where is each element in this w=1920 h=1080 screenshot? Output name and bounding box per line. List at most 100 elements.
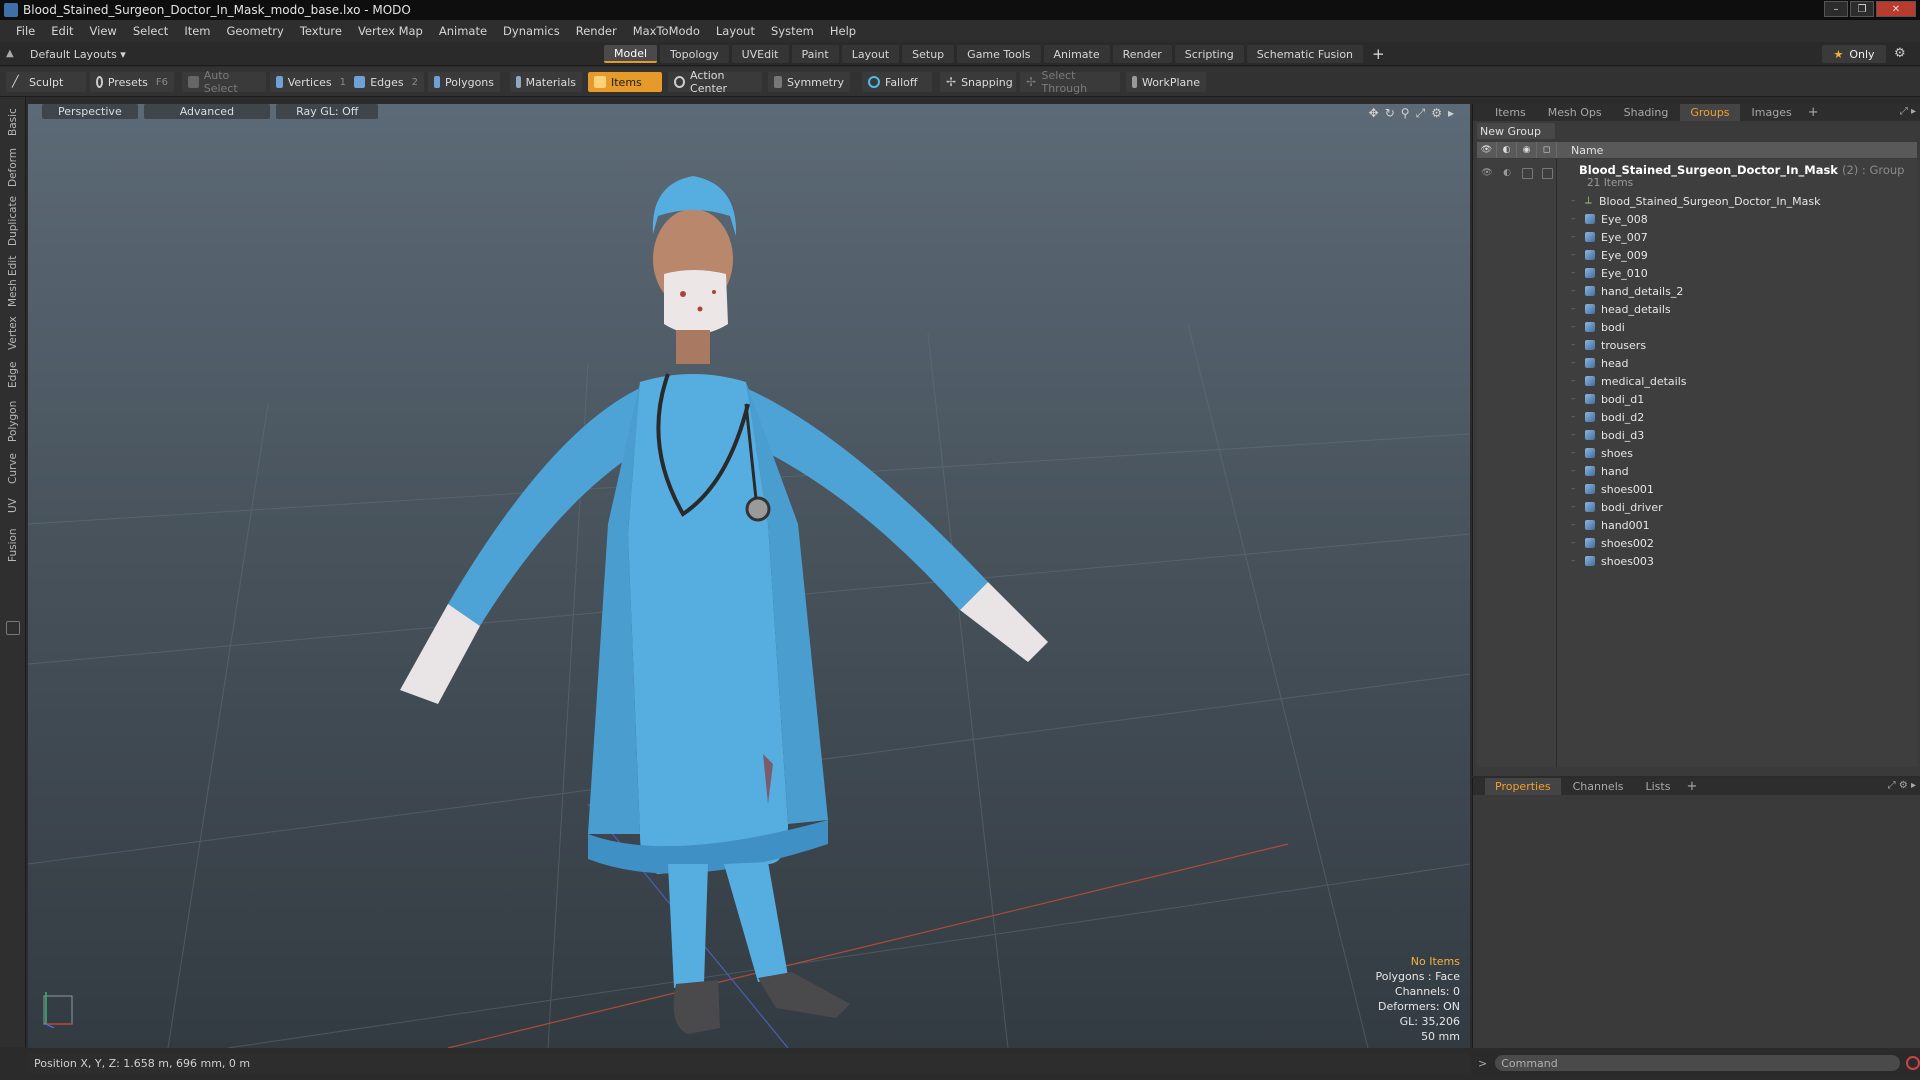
maximize-button[interactable]: ❐ (1850, 1, 1874, 17)
falloff-button[interactable]: Falloff (862, 72, 932, 92)
tree-item[interactable]: – shoes (1571, 445, 1633, 461)
fit-icon[interactable]: ⤢ (1416, 106, 1426, 121)
group-row[interactable]: Blood_Stained_Surgeon_Doctor_In_Mask (2)… (1579, 163, 1904, 177)
vtab-polygon[interactable]: Polygon (3, 397, 23, 445)
lock-toggle[interactable] (1517, 165, 1537, 181)
new-group-button[interactable]: New Group (1477, 123, 1555, 139)
menu-dynamics[interactable]: Dynamics (495, 24, 568, 38)
tree-item[interactable]: – shoes003 (1571, 553, 1654, 569)
minimize-button[interactable]: – (1824, 1, 1848, 17)
auto-select-button[interactable]: Auto Select (182, 69, 266, 95)
tab-mesh-ops[interactable]: Mesh Ops (1538, 104, 1612, 121)
vtab-duplicate[interactable]: Duplicate (3, 193, 23, 249)
tree-item[interactable]: – shoes001 (1571, 481, 1654, 497)
visibility-column-icon[interactable]: 👁 (1477, 142, 1497, 158)
shading-mode-button[interactable]: Advanced (143, 104, 271, 119)
menu-view[interactable]: View (82, 24, 125, 38)
vtab-curve[interactable]: Curve (3, 449, 23, 489)
menu-file[interactable]: File (8, 24, 43, 38)
vtab-fusion[interactable]: Fusion (3, 523, 23, 567)
items-button[interactable]: Items (588, 72, 662, 92)
tab-items[interactable]: Items (1485, 104, 1536, 121)
edges-button[interactable]: Edges 2 (348, 72, 424, 92)
tree-item[interactable]: – hand001 (1571, 517, 1650, 533)
properties-panel-icons[interactable]: ⤢ ⚙ ▸ (1888, 780, 1916, 791)
add-panel-tab-button[interactable]: + (1808, 105, 1819, 120)
tab-scripting[interactable]: Scripting (1174, 45, 1244, 63)
tree-item[interactable]: – bodi_d3 (1571, 427, 1644, 443)
menu-edit[interactable]: Edit (43, 24, 81, 38)
menu-system[interactable]: System (763, 24, 822, 38)
vtab-deform[interactable]: Deform (3, 145, 23, 189)
vtab-uv[interactable]: UV (3, 493, 23, 519)
tree-item[interactable]: – Eye_009 (1571, 247, 1648, 263)
rotate-icon[interactable]: ↻ (1385, 106, 1395, 121)
tab-game-tools[interactable]: Game Tools (957, 45, 1041, 63)
menu-help[interactable]: Help (822, 24, 864, 38)
materials-button[interactable]: Materials (510, 72, 582, 92)
vtab-vertex[interactable]: Vertex (3, 313, 23, 353)
viewport-gear-icon[interactable]: ⚙ (1431, 106, 1442, 121)
tree-item[interactable]: – head (1571, 355, 1628, 371)
snapping-button[interactable]: ✢ Snapping (940, 72, 1016, 92)
layout-selector[interactable]: ▲ Default Layouts ▾ (6, 46, 126, 62)
tab-animate[interactable]: Animate (1043, 45, 1110, 63)
sculpt-button[interactable]: ╱ Sculpt (6, 72, 86, 92)
menu-render[interactable]: Render (568, 24, 625, 38)
presets-button[interactable]: Presets F6 (90, 72, 174, 92)
only-button[interactable]: ★ Only (1822, 45, 1886, 63)
zoom-icon[interactable]: ⚲ (1401, 106, 1410, 121)
panel-toggle-button[interactable] (6, 621, 20, 635)
menu-animate[interactable]: Animate (431, 24, 495, 38)
polygons-button[interactable]: Polygons (428, 72, 500, 92)
select-toggle[interactable] (1537, 165, 1557, 181)
tree-item[interactable]: – hand_details_2 (1571, 283, 1683, 299)
tab-shading[interactable]: Shading (1614, 104, 1679, 121)
name-column-header[interactable]: Name (1557, 144, 1603, 157)
vertices-button[interactable]: Vertices 1 (270, 72, 352, 92)
tab-channels[interactable]: Channels (1563, 778, 1634, 795)
workplane-button[interactable]: WorkPlane (1126, 72, 1206, 92)
menu-select[interactable]: Select (125, 24, 176, 38)
tab-model[interactable]: Model (604, 45, 658, 63)
tree-item[interactable]: – Eye_007 (1571, 229, 1648, 245)
menu-geometry[interactable]: Geometry (219, 24, 292, 38)
select-column-icon[interactable]: ◻ (1537, 142, 1557, 158)
action-center-button[interactable]: Action Center (668, 69, 762, 95)
symmetry-button[interactable]: Symmetry (768, 72, 850, 92)
tab-paint[interactable]: Paint (791, 45, 839, 63)
tab-setup[interactable]: Setup (902, 45, 955, 63)
view-mode-button[interactable]: Perspective (42, 104, 138, 119)
tree-item[interactable]: – bodi_d1 (1571, 391, 1644, 407)
tab-uvedit[interactable]: UVEdit (731, 45, 789, 63)
tree-item[interactable]: – hand (1571, 463, 1629, 479)
render-icon[interactable]: ◐ (1497, 165, 1517, 181)
raygl-button[interactable]: Ray GL: Off (276, 104, 379, 119)
eye-icon[interactable]: 👁 (1477, 165, 1497, 181)
tree-item[interactable]: – medical_details (1571, 373, 1687, 389)
tree-item[interactable]: – trousers (1571, 337, 1646, 353)
tree-item[interactable]: – head_details (1571, 301, 1671, 317)
tab-layout[interactable]: Layout (841, 45, 900, 63)
menu-maxtomodo[interactable]: MaxToModo (625, 24, 708, 38)
gear-icon[interactable]: ⚙ (1894, 46, 1910, 62)
menu-texture[interactable]: Texture (292, 24, 350, 38)
tab-render[interactable]: Render (1112, 45, 1172, 63)
tab-images[interactable]: Images (1742, 104, 1802, 121)
viewport-menu-icon[interactable]: ▸ (1448, 106, 1454, 121)
lock-column-icon[interactable]: ◉ (1517, 142, 1537, 158)
tab-lists[interactable]: Lists (1636, 778, 1681, 795)
close-button[interactable]: ✕ (1876, 1, 1916, 17)
add-properties-tab-button[interactable]: + (1686, 779, 1697, 794)
tab-groups[interactable]: Groups (1680, 104, 1740, 121)
command-input[interactable] (1495, 1055, 1901, 1071)
pin-icon[interactable]: ▲ (6, 49, 16, 59)
menu-layout[interactable]: Layout (708, 24, 763, 38)
tree-item[interactable]: – Eye_010 (1571, 265, 1648, 281)
tree-item[interactable]: – Eye_008 (1571, 211, 1648, 227)
panel-expand-icon[interactable]: ⤢ ▸ (1900, 106, 1916, 117)
render-column-icon[interactable]: ◐ (1497, 142, 1517, 158)
tab-schematic-fusion[interactable]: Schematic Fusion (1246, 45, 1364, 63)
3d-viewport[interactable]: Perspective Advanced Ray GL: Off ✥ ↻ ⚲ ⤢… (28, 104, 1470, 1048)
command-stop-icon[interactable] (1906, 1056, 1920, 1070)
